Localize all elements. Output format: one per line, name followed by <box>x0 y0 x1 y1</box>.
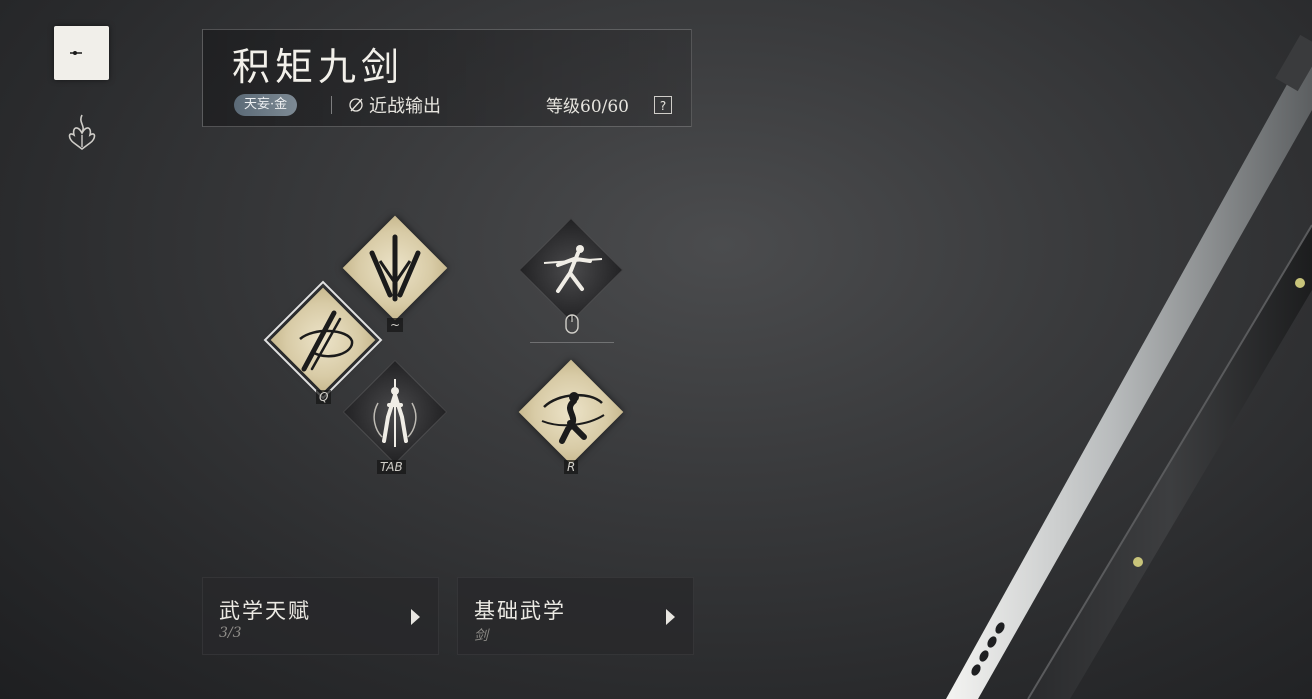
role-text: 近战输出 <box>369 96 441 117</box>
basic-martial-weapon: 剑 <box>474 628 488 644</box>
skill-left-key: Q <box>316 390 332 404</box>
basic-martial-label: 基础武学 <box>474 599 566 623</box>
talent-button[interactable]: 武学天赋 3/3 <box>202 577 439 655</box>
mouse-icon <box>565 314 579 334</box>
skill-down[interactable] <box>342 359 448 465</box>
basic-martial-button[interactable]: 基础武学 剑 <box>457 577 694 655</box>
level-text: 等级60/60 <box>546 97 629 117</box>
lunging-swordsman-icon <box>543 245 603 293</box>
role-label: 近战输出 <box>348 92 441 118</box>
chevron-right-icon <box>411 609 420 625</box>
talent-count: 3/3 <box>219 625 242 641</box>
talent-label: 武学天赋 <box>219 599 311 623</box>
header-divider <box>331 96 332 114</box>
swordsman-stance-icon <box>373 379 417 447</box>
mouse-key <box>565 314 579 338</box>
crescent-sword-icon <box>69 42 95 64</box>
element-tag-badge: 天妄·金 <box>234 94 298 116</box>
chevron-right-icon <box>666 609 675 625</box>
help-button[interactable]: ? <box>654 96 672 114</box>
martial-art-title: 积矩九剑 <box>232 45 405 89</box>
rail-tab-martial-art[interactable] <box>54 26 109 80</box>
skill-up-key: ~ <box>387 318 404 332</box>
skill-r-key: R <box>564 460 579 474</box>
slashed-circle-icon <box>349 98 363 112</box>
rail-tab-secondary[interactable] <box>64 113 100 151</box>
skill-r[interactable] <box>518 359 624 465</box>
skill-divider-line <box>530 342 614 343</box>
skill-mouse[interactable] <box>518 217 624 323</box>
spinning-warrior-icon <box>541 392 605 444</box>
skill-down-key: TAB <box>377 460 406 474</box>
sword-artwork <box>946 34 1312 699</box>
flame-emblem-icon <box>68 114 96 150</box>
